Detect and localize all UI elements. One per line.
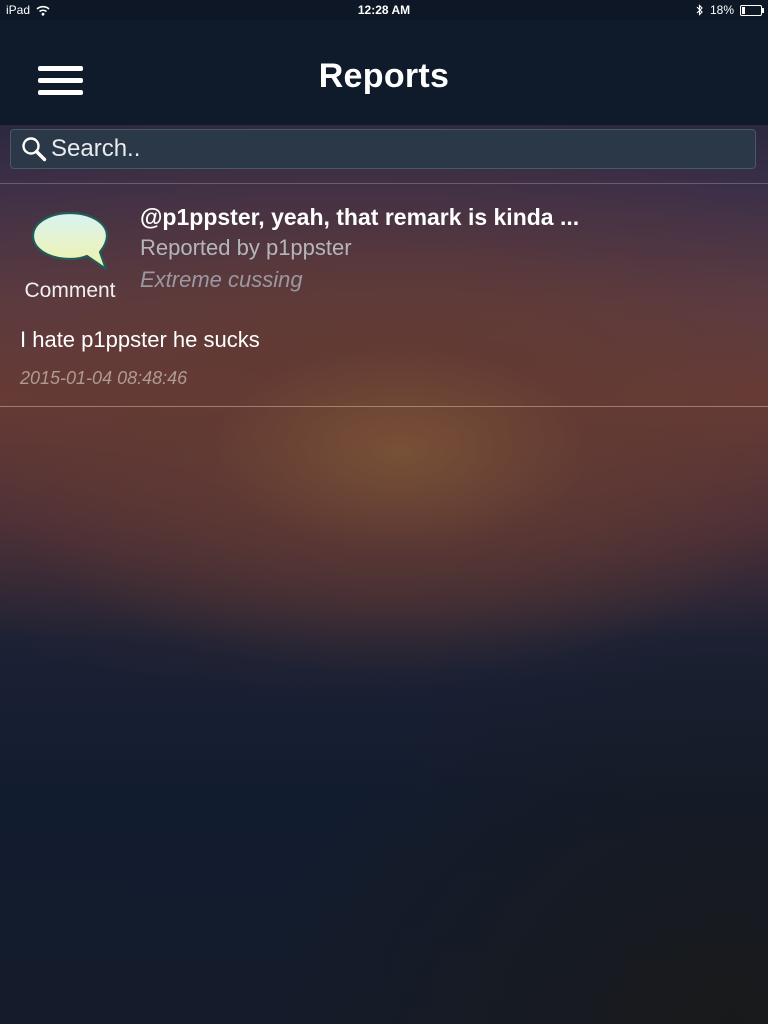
report-timestamp: 2015-01-04 08:48:46 <box>20 368 188 388</box>
status-right: 18% <box>696 3 764 17</box>
report-reason: Extreme cussing <box>140 267 303 292</box>
status-time: 12:28 AM <box>357 3 411 17</box>
battery-level <box>742 6 745 14</box>
speech-bubble-icon <box>31 211 109 271</box>
battery-percent: 18% <box>709 3 734 17</box>
status-bar: iPad 12:28 AM 18% <box>0 0 768 20</box>
report-list-item[interactable]: Comment @p1ppster, yeah, that remark is … <box>0 183 768 407</box>
report-body: I hate p1ppster he sucks <box>20 327 260 352</box>
reported-by: Reported by p1ppster <box>140 235 352 260</box>
bluetooth-icon <box>696 4 703 16</box>
report-type-label: Comment <box>24 279 116 302</box>
battery-icon <box>740 4 764 16</box>
navigation-bar: Reports <box>0 20 768 125</box>
search-input[interactable] <box>51 135 731 163</box>
search-bar[interactable] <box>10 129 756 169</box>
report-title: @p1ppster, yeah, that remark is kinda ..… <box>140 204 580 230</box>
search-icon <box>22 137 47 162</box>
page-title: Reports <box>318 57 450 95</box>
